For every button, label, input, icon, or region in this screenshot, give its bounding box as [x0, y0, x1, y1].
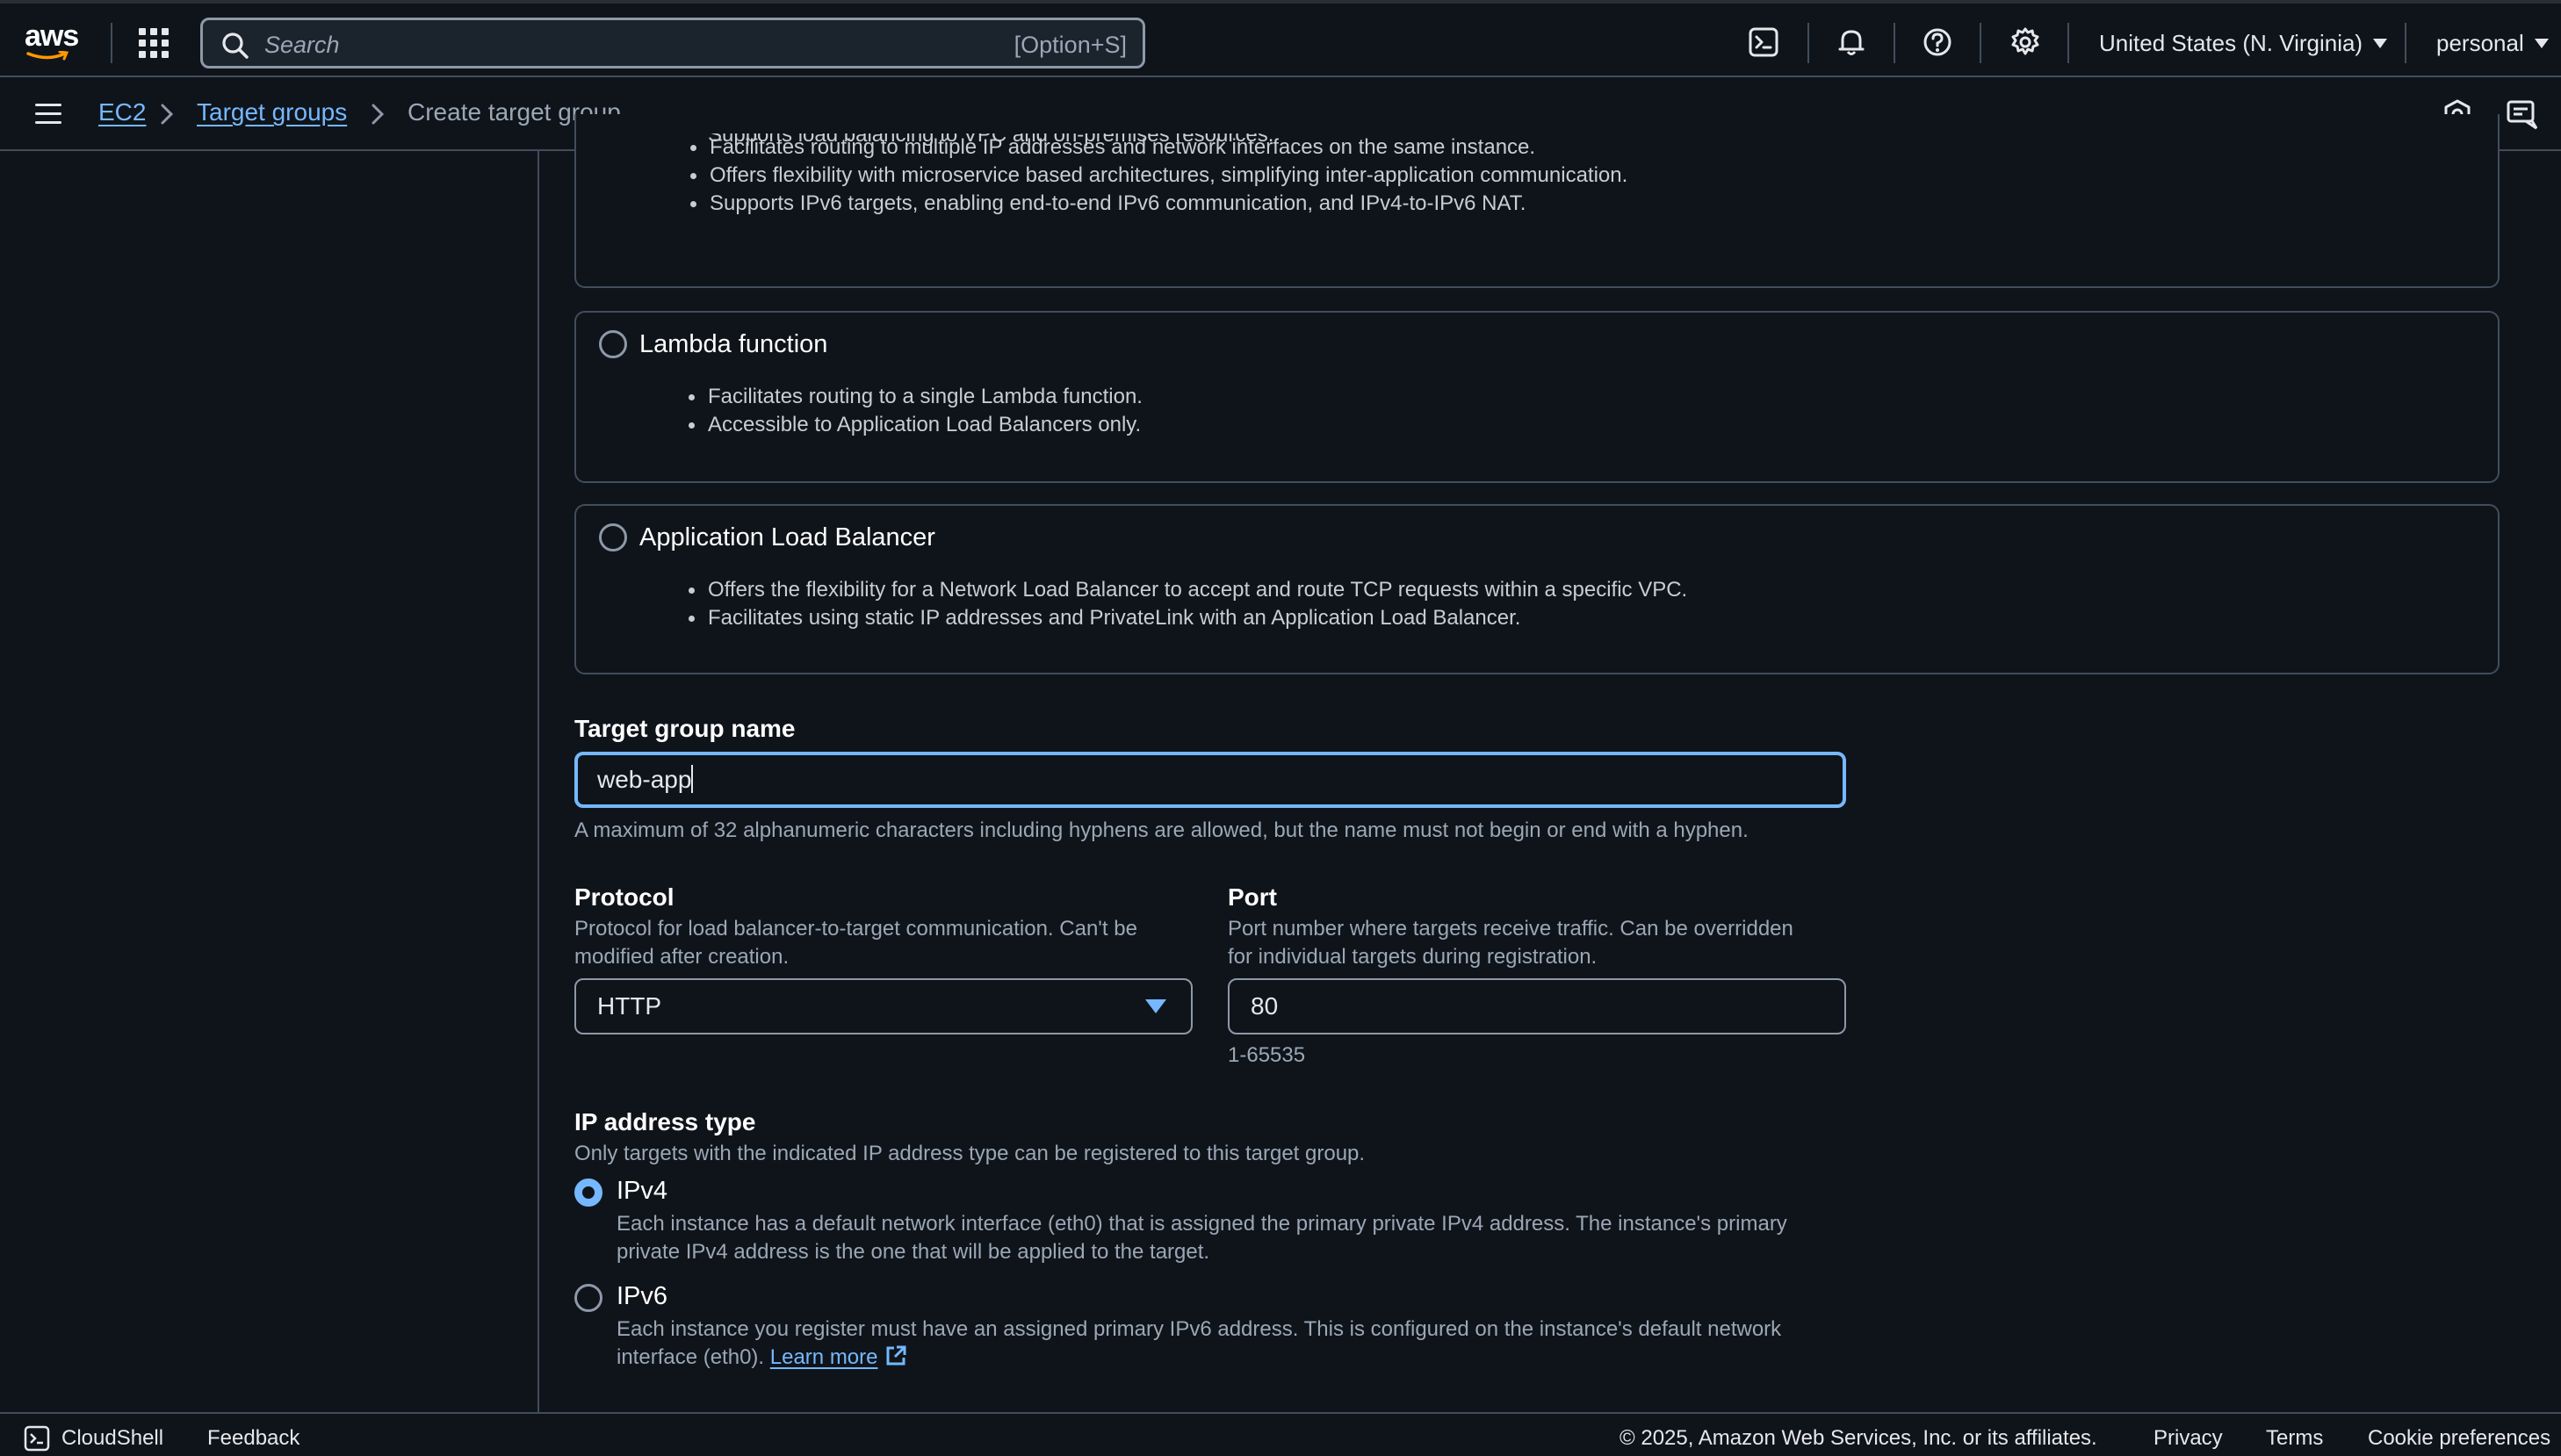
target-group-name-value: web-app	[597, 766, 692, 793]
port-range-hint: 1-65535	[1228, 1043, 1306, 1067]
ipv6-desc-line2-row: interface (eth0). Learn more	[617, 1344, 908, 1372]
search-placeholder: Search	[264, 32, 340, 58]
list-item: Facilitates using static IP addresses an…	[688, 604, 1687, 632]
ip-type-label: IP address type	[574, 1108, 756, 1135]
breadcrumb-ec2[interactable]: EC2	[98, 98, 146, 126]
divider	[1807, 23, 1809, 63]
divider	[2405, 23, 2406, 63]
ipv6-radio[interactable]	[574, 1284, 602, 1312]
region-selector[interactable]: United States (N. Virginia)	[2099, 30, 2388, 57]
target-group-name-label: Target group name	[574, 715, 796, 742]
feedback-link[interactable]: Feedback	[207, 1426, 299, 1451]
ipv4-desc-line1: Each instance has a default network inte…	[617, 1212, 1787, 1236]
protocol-desc-line1: Protocol for load balancer-to-target com…	[574, 917, 1137, 941]
port-value: 80	[1251, 992, 1279, 1020]
ipv6-desc-line2: interface (eth0).	[617, 1345, 765, 1369]
list-item: Facilitates routing to a single Lambda f…	[689, 383, 1143, 411]
aws-logo-text: aws	[25, 19, 79, 53]
ip-target-bullets-clipped: Supports load balancing to VPC and on-pr…	[708, 133, 1273, 151]
caret-down-icon	[1145, 999, 1166, 1013]
protocol-select[interactable]: HTTP	[574, 978, 1193, 1034]
ipv4-radio[interactable]	[574, 1178, 602, 1207]
cloudshell-icon[interactable]	[23, 1424, 51, 1452]
list-item: Offers flexibility with microservice bas…	[689, 162, 1627, 190]
account-label: personal	[2436, 30, 2524, 56]
search-icon	[222, 32, 249, 59]
alb-title: Application Load Balancer	[639, 523, 935, 551]
top-navigation: aws Search [Option+S] United States (N. …	[0, 0, 2561, 77]
protocol-desc-line2: modified after creation.	[574, 945, 790, 969]
caret-down-icon	[2534, 39, 2549, 48]
aws-smile-icon	[26, 51, 69, 61]
side-panel-divider	[537, 151, 539, 1412]
lambda-radio[interactable]	[599, 330, 627, 358]
chevron-right-icon	[372, 104, 385, 125]
target-group-name-input[interactable]: web-app	[574, 752, 1846, 808]
privacy-link[interactable]: Privacy	[2153, 1426, 2223, 1451]
learn-more-link[interactable]: Learn more	[770, 1345, 878, 1369]
cloudshell-link[interactable]: CloudShell	[61, 1426, 163, 1451]
ip-type-desc: Only targets with the indicated IP addre…	[574, 1142, 1366, 1165]
aws-logo[interactable]: aws	[25, 19, 83, 63]
search-shortcut: [Option+S]	[1014, 32, 1127, 58]
ipv4-desc-line2: private IPv4 address is the one that wil…	[617, 1240, 1210, 1264]
target-type-card-alb[interactable]: Application Load Balancer Offers the fle…	[574, 504, 2500, 674]
port-label: Port	[1228, 883, 1277, 911]
bell-icon[interactable]	[1834, 25, 1869, 60]
terms-link[interactable]: Terms	[2266, 1426, 2323, 1451]
ipv6-desc-line1: Each instance you register must have an …	[617, 1317, 1782, 1341]
account-menu[interactable]: personal	[2436, 30, 2549, 57]
protocol-label: Protocol	[574, 883, 675, 911]
chevron-right-icon	[161, 104, 174, 125]
text-cursor	[691, 765, 694, 793]
cookie-preferences-link[interactable]: Cookie preferences	[2368, 1426, 2550, 1451]
breadcrumb-target-groups[interactable]: Target groups	[197, 98, 347, 126]
divider	[111, 23, 112, 63]
alb-radio[interactable]	[599, 523, 627, 551]
target-type-card-lambda[interactable]: Lambda function Facilitates routing to a…	[574, 311, 2500, 483]
search-input[interactable]: Search [Option+S]	[200, 18, 1145, 68]
alb-bullets: Offers the flexibility for a Network Loa…	[688, 576, 1687, 632]
cloudshell-icon[interactable]	[1746, 25, 1781, 60]
target-group-name-hint: A maximum of 32 alphanumeric characters …	[574, 818, 1749, 842]
gear-icon[interactable]	[2008, 25, 2043, 60]
divider	[2067, 23, 2069, 63]
lambda-title: Lambda function	[639, 330, 828, 358]
list-item: Offers the flexibility for a Network Loa…	[688, 576, 1687, 604]
services-grid-icon[interactable]	[139, 28, 170, 60]
port-desc-line1: Port number where targets receive traffi…	[1228, 917, 1793, 941]
ipv6-label[interactable]: IPv6	[617, 1282, 667, 1311]
ipv4-label[interactable]: IPv4	[617, 1177, 667, 1206]
port-input[interactable]: 80	[1228, 978, 1846, 1034]
copyright: © 2025, Amazon Web Services, Inc. or its…	[1620, 1426, 2097, 1450]
list-item: Supports load balancing to VPC and on-pr…	[708, 133, 1273, 149]
help-icon[interactable]	[1920, 25, 1955, 60]
region-label: United States (N. Virginia)	[2099, 30, 2363, 56]
port-desc-line2: for individual targets during registrati…	[1228, 945, 1598, 969]
list-item: Accessible to Application Load Balancers…	[689, 411, 1143, 439]
menu-icon[interactable]	[35, 102, 65, 126]
feedback-panel-icon[interactable]	[2505, 97, 2540, 132]
lambda-bullets: Facilitates routing to a single Lambda f…	[689, 383, 1143, 439]
protocol-value: HTTP	[597, 992, 662, 1020]
divider	[1894, 23, 1895, 63]
list-item: Supports IPv6 targets, enabling end-to-e…	[689, 190, 1627, 218]
caret-down-icon	[2373, 39, 2388, 48]
divider	[1980, 23, 1981, 63]
footer: CloudShell Feedback © 2025, Amazon Web S…	[0, 1412, 2561, 1456]
external-link-icon[interactable]	[884, 1344, 908, 1368]
